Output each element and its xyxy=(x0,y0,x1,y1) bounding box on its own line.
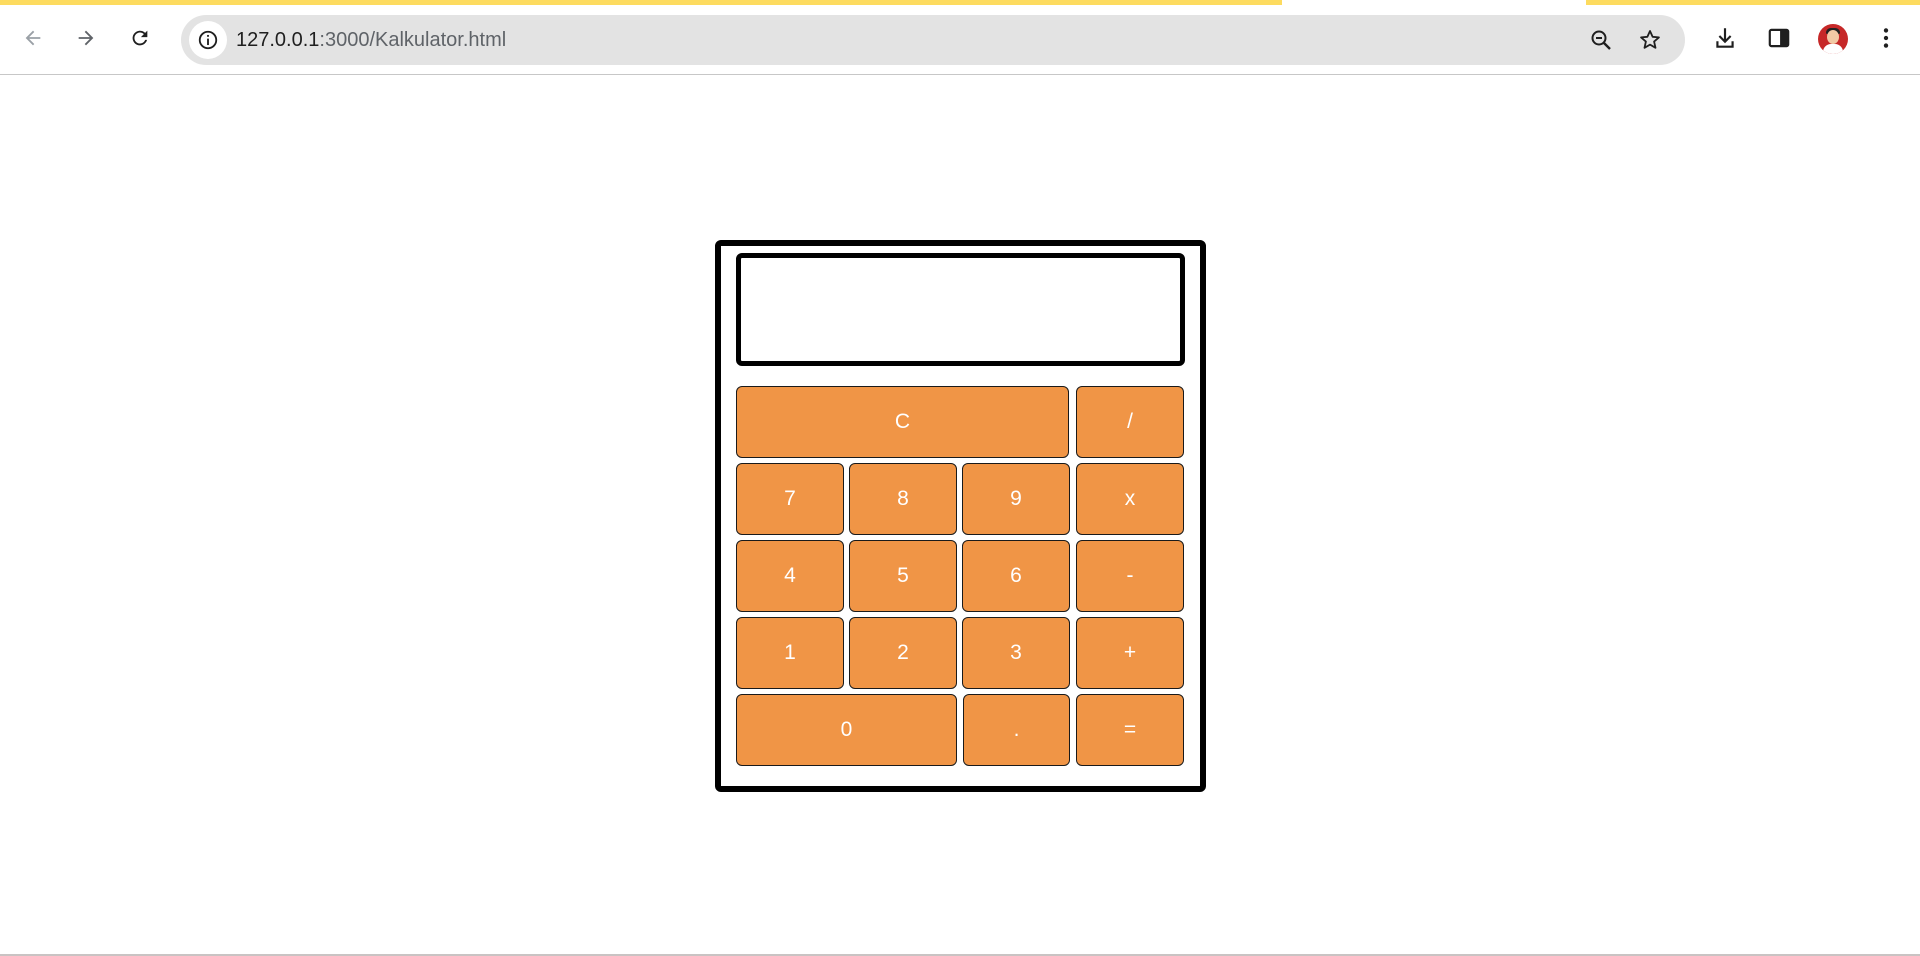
forward-button[interactable] xyxy=(68,20,104,56)
reload-button[interactable] xyxy=(122,20,158,56)
profile-avatar[interactable] xyxy=(1818,24,1848,54)
url-path: :3000/Kalkulator.html xyxy=(319,29,507,51)
kebab-menu-icon xyxy=(1883,28,1889,48)
calculator: C / 7 8 9 x 4 5 6 - 1 2 3 + 0 . = xyxy=(715,240,1206,792)
star-icon xyxy=(1640,30,1660,49)
browser-toolbar: 127.0.0.1:3000/Kalkulator.html xyxy=(0,0,1920,75)
side-panel-button[interactable] xyxy=(1761,20,1797,56)
url-text[interactable]: 127.0.0.1:3000/Kalkulator.html xyxy=(236,28,506,52)
digit-5-button[interactable]: 5 xyxy=(849,540,957,612)
plus-button[interactable]: + xyxy=(1076,617,1184,689)
url-host: 127.0.0.1 xyxy=(236,29,320,51)
side-panel-icon xyxy=(1768,28,1790,48)
page-content: C / 7 8 9 x 4 5 6 - 1 2 3 + 0 . = xyxy=(0,76,1920,954)
digit-2-button[interactable]: 2 xyxy=(849,617,957,689)
back-button[interactable] xyxy=(15,20,51,56)
bookmark-button[interactable] xyxy=(1635,25,1665,55)
digit-7-button[interactable]: 7 xyxy=(736,463,844,535)
digit-9-button[interactable]: 9 xyxy=(962,463,1070,535)
download-icon xyxy=(1716,28,1734,48)
site-info-button[interactable] xyxy=(189,21,227,59)
info-icon xyxy=(198,30,218,50)
downloads-button[interactable] xyxy=(1707,20,1743,56)
reload-icon xyxy=(132,30,148,46)
zoom-out-icon xyxy=(1591,30,1611,50)
address-bar[interactable]: 127.0.0.1:3000/Kalkulator.html xyxy=(181,15,1685,65)
digit-1-button[interactable]: 1 xyxy=(736,617,844,689)
equals-button[interactable]: = xyxy=(1076,694,1184,766)
zoom-button[interactable] xyxy=(1586,25,1616,55)
clear-button[interactable]: C xyxy=(736,386,1069,458)
digit-6-button[interactable]: 6 xyxy=(962,540,1070,612)
tab-accent-strip xyxy=(0,0,1920,5)
arrow-right-icon xyxy=(78,30,94,46)
decimal-button[interactable]: . xyxy=(963,694,1070,766)
calculator-display xyxy=(736,253,1185,366)
digit-8-button[interactable]: 8 xyxy=(849,463,957,535)
minus-button[interactable]: - xyxy=(1076,540,1184,612)
digit-4-button[interactable]: 4 xyxy=(736,540,844,612)
digit-0-button[interactable]: 0 xyxy=(736,694,957,766)
multiply-button[interactable]: x xyxy=(1076,463,1184,535)
divide-button[interactable]: / xyxy=(1076,386,1184,458)
digit-3-button[interactable]: 3 xyxy=(962,617,1070,689)
arrow-left-icon xyxy=(25,30,41,46)
browser-menu-button[interactable] xyxy=(1868,20,1904,56)
